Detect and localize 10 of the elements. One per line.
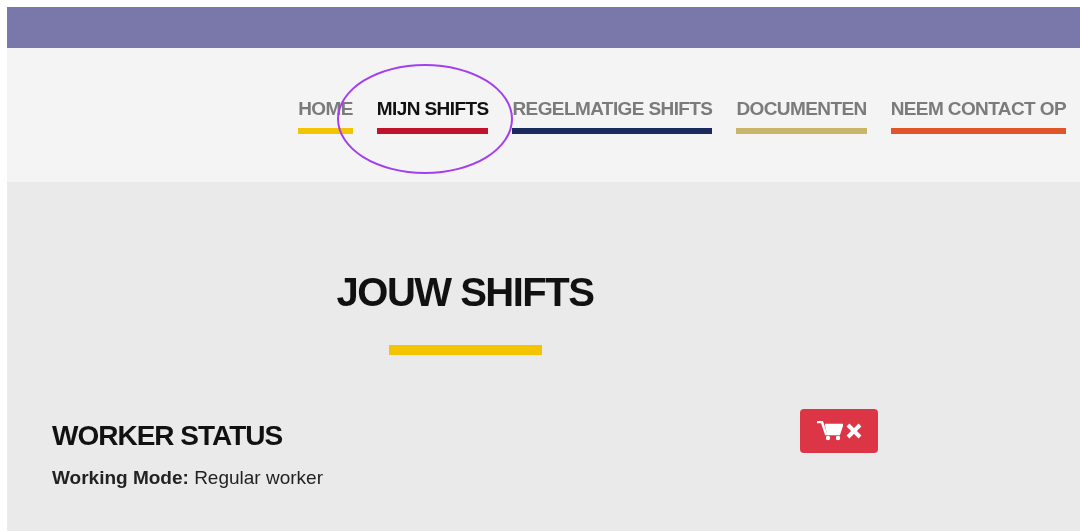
close-icon (845, 423, 862, 439)
nav-link[interactable]: MIJN SHIFTS (376, 96, 489, 134)
nav-link[interactable]: NEEM CONTACT OP (890, 96, 1066, 134)
nav-link[interactable]: DOCUMENTEN (736, 96, 867, 134)
page-title: JOUW SHIFTS (336, 270, 594, 315)
cart-remove-button[interactable] (800, 409, 878, 453)
cart-icon (816, 421, 843, 441)
working-mode-text: Working Mode: Regular worker (52, 467, 324, 489)
nav-link[interactable]: REGELMATIGE SHIFTS (512, 96, 713, 134)
section-title: WORKER STATUS (52, 420, 283, 452)
